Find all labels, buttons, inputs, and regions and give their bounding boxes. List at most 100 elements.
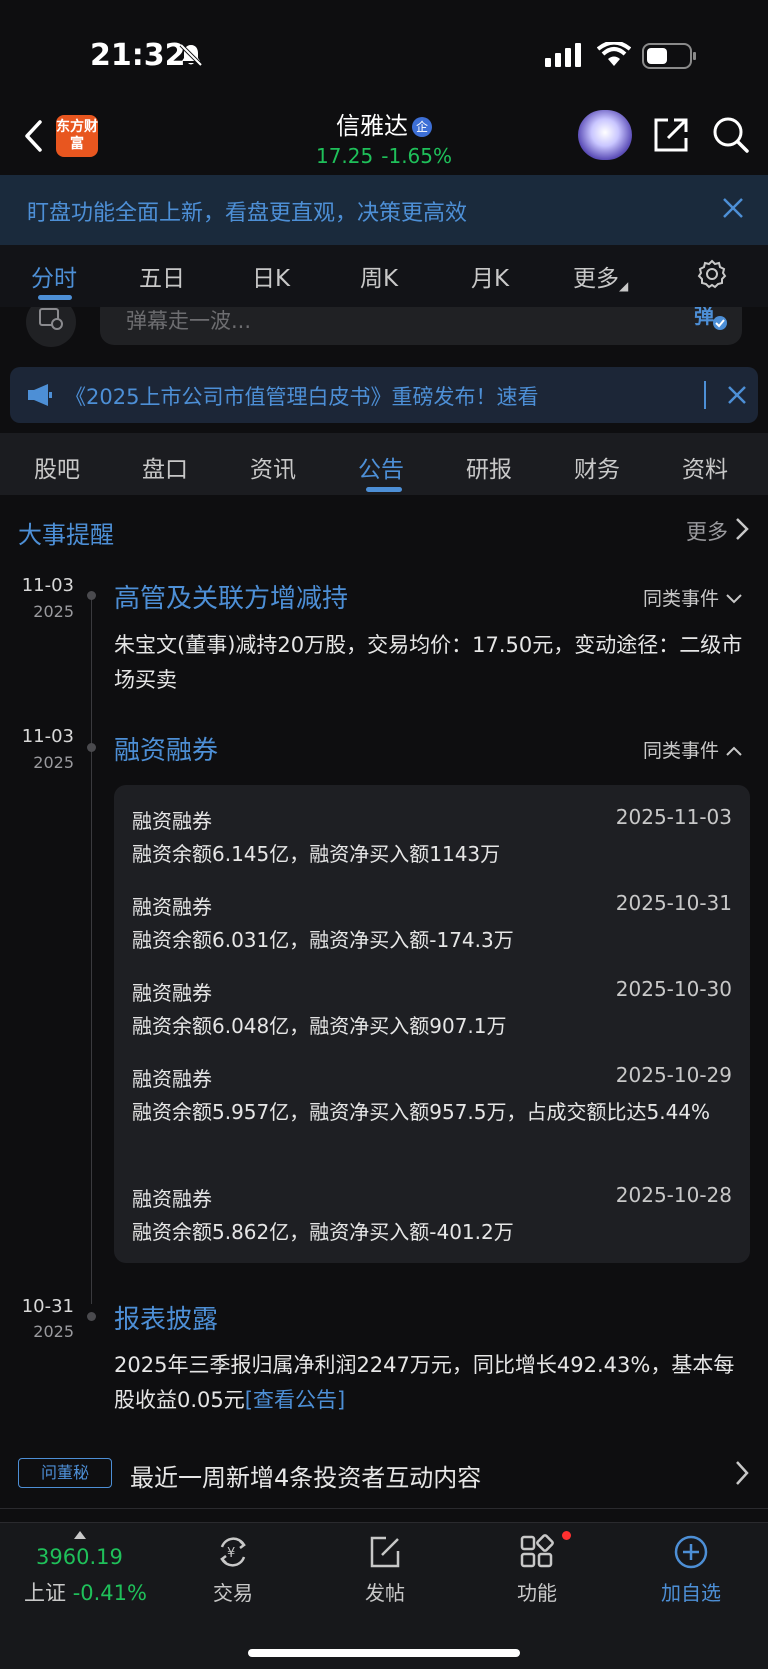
trade-label: 交易 <box>213 1581 253 1605</box>
event-year: 2025 <box>33 1322 74 1341</box>
timeline-dot <box>87 743 96 752</box>
tab-monthly-k[interactable]: 月K <box>471 259 509 293</box>
status-bar: 21:32 <box>0 0 768 100</box>
compose-icon <box>370 1536 400 1568</box>
tab-profile[interactable]: 资料 <box>682 450 728 484</box>
home-indicator[interactable] <box>248 1649 520 1657</box>
qa-tag: 问董秘 <box>18 1458 112 1488</box>
similar-events-toggle[interactable]: 同类事件 <box>643 584 743 611</box>
tab-announcements[interactable]: 公告 <box>358 450 404 484</box>
tab-intraday[interactable]: 分时 <box>31 259 77 293</box>
list-item-title: 融资融券 <box>132 809 212 833</box>
share-icon[interactable] <box>652 116 690 154</box>
list-item-title: 融资融券 <box>132 981 212 1005</box>
event-year: 2025 <box>33 753 74 772</box>
event-body: 2025年三季报归属净利润2247万元，同比增长492.43%，基本每股收益0.… <box>114 1348 744 1418</box>
event-title[interactable]: 报表披露 <box>114 1299 218 1336</box>
event-title[interactable]: 高管及关联方增减持 <box>114 578 348 615</box>
banner-text: 盯盘功能全面上新，看盘更直观，决策更高效 <box>27 201 468 226</box>
list-item-title: 融资融券 <box>132 895 212 919</box>
feature-banner[interactable]: 盯盘功能全面上新，看盘更直观，决策更高效 <box>0 175 768 245</box>
timeline-dot <box>87 591 96 600</box>
event-date: 11-03 <box>21 575 74 596</box>
event-date: 11-03 <box>21 726 74 747</box>
index-label[interactable]: 上证 -0.41% <box>24 1577 147 1607</box>
stock-change-pct: -1.65% <box>381 144 453 168</box>
post-button[interactable]: 发帖 <box>340 1533 430 1606</box>
list-item-body: 融资余额6.048亿，融资净买入额907.1万 <box>132 1014 507 1038</box>
tab-weekly-k[interactable]: 周K <box>360 259 398 293</box>
list-item-body: 融资余额5.957亿，融资净买入额957.5万，占成交额比达5.44% <box>132 1100 711 1124</box>
list-item-body: 融资余额5.862亿，融资净买入额-401.2万 <box>132 1220 514 1244</box>
tab-research[interactable]: 研报 <box>466 450 512 484</box>
list-item-title: 融资融券 <box>132 1187 212 1211</box>
tab-guba[interactable]: 股吧 <box>34 450 80 484</box>
investor-qa-row[interactable]: 问董秘 最近一周新增4条投资者互动内容 <box>0 1448 768 1512</box>
index-name: 上证 <box>24 1581 66 1605</box>
tab-daily-k[interactable]: 日K <box>252 259 290 293</box>
info-tabs: 股吧 盘口 资讯 公告 研报 财务 资料 <box>0 433 768 495</box>
list-item-title: 融资融券 <box>132 1067 212 1091</box>
tab-news[interactable]: 资讯 <box>250 450 296 484</box>
event-body-text: 2025年三季报归属净利润2247万元，同比增长492.43%，基本每股收益0.… <box>114 1353 735 1412</box>
danmu-input[interactable]: 弹幕走一波... 弹 <box>100 307 742 345</box>
status-time: 21:32 <box>90 38 186 73</box>
add-watchlist-label: 加自选 <box>661 1581 721 1605</box>
chevron-up-icon <box>726 746 742 756</box>
notice-divider <box>704 381 706 409</box>
danmu-settings-button[interactable] <box>26 307 76 347</box>
list-item-date: 2025-10-30 <box>615 977 732 1001</box>
chevron-down-icon <box>726 594 742 604</box>
close-icon[interactable] <box>720 195 746 221</box>
trade-icon: ¥ <box>220 1537 246 1567</box>
event-title[interactable]: 融资融券 <box>114 730 218 767</box>
similar-events-toggle[interactable]: 同类事件 <box>643 736 743 763</box>
more-link[interactable]: 更多 <box>686 516 728 546</box>
bell-muted-icon <box>179 43 203 67</box>
danmu-settings-icon <box>39 308 63 330</box>
functions-button[interactable]: 功能 <box>492 1533 582 1606</box>
megaphone-icon <box>28 384 52 406</box>
wifi-icon <box>597 42 631 66</box>
tab-pankou[interactable]: 盘口 <box>142 450 188 484</box>
similar-events-label: 同类事件 <box>643 588 720 610</box>
grid-apps-icon <box>520 1534 554 1568</box>
notice-text: 《2025上市公司市值管理白皮书》重磅发布！速看 <box>65 385 539 409</box>
timeline-line <box>91 592 92 1304</box>
stock-price: 17.25 <box>315 144 374 168</box>
tab-more-label: 更多 <box>573 266 619 292</box>
event-year: 2025 <box>33 602 74 621</box>
svg-text:弹: 弹 <box>694 307 714 328</box>
caret-up-icon[interactable] <box>74 1531 86 1539</box>
promo-notice[interactable]: 《2025上市公司市值管理白皮书》重磅发布！速看 <box>10 367 758 423</box>
chevron-right-icon <box>736 1461 749 1485</box>
divider <box>0 1508 768 1509</box>
index-value[interactable]: 3960.19 <box>36 1545 123 1569</box>
danmu-toggle-icon[interactable]: 弹 <box>694 307 728 331</box>
tab-more[interactable]: 更多◢ <box>573 259 628 293</box>
event-body: 朱宝文(董事)减持20万股，交易均价：17.50元，变动途径：二级市场买卖 <box>114 633 743 692</box>
search-icon[interactable] <box>712 116 750 154</box>
similar-events-label: 同类事件 <box>643 740 720 762</box>
events-section-header: 大事提醒 更多 <box>0 495 768 565</box>
notification-dot <box>562 1531 571 1540</box>
tab-five-day[interactable]: 五日 <box>139 259 185 293</box>
bottom-toolbar: 3960.19 上证 -0.41% ¥ 交易 发帖 功能 加自选 <box>0 1522 768 1669</box>
tab-finance[interactable]: 财务 <box>574 450 620 484</box>
plus-circle-icon <box>674 1535 708 1569</box>
qa-text: 最近一周新增4条投资者互动内容 <box>130 1464 482 1492</box>
chevron-right-icon[interactable] <box>734 517 750 541</box>
post-label: 发帖 <box>365 1581 405 1605</box>
trade-button[interactable]: ¥ 交易 <box>188 1533 278 1606</box>
event-date: 10-31 <box>21 1296 74 1317</box>
gear-icon[interactable] <box>697 259 727 289</box>
ai-assistant-avatar[interactable] <box>578 110 632 160</box>
view-announcement-link[interactable]: [查看公告] <box>245 1388 345 1412</box>
list-item-date: 2025-10-28 <box>615 1183 732 1207</box>
list-item-date: 2025-10-29 <box>615 1063 732 1087</box>
functions-label: 功能 <box>517 1581 557 1605</box>
add-watchlist-button[interactable]: 加自选 <box>646 1533 736 1606</box>
list-item-date: 2025-10-31 <box>615 891 732 915</box>
close-icon[interactable] <box>726 384 748 406</box>
list-item-date: 2025-11-03 <box>615 805 732 829</box>
